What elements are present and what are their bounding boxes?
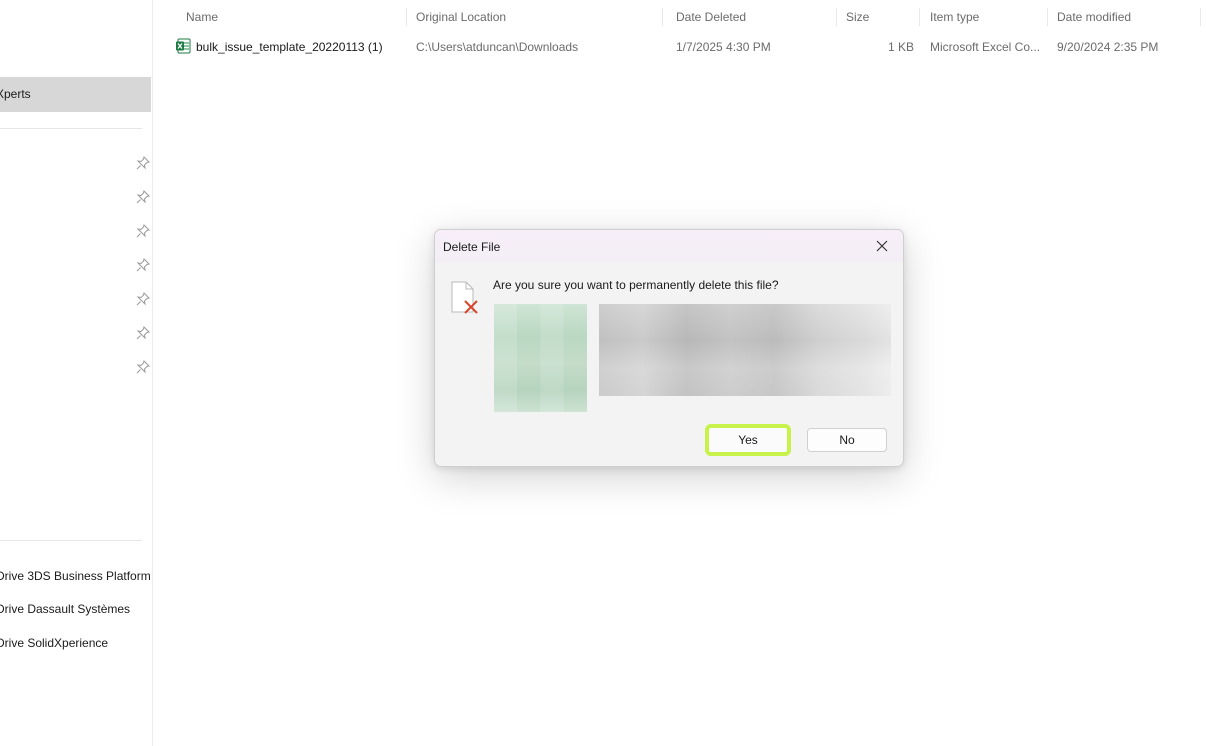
file-name: bulk_issue_template_20220113 (1) [196, 40, 383, 54]
column-header-name[interactable]: Name [186, 10, 218, 24]
file-delete-icon [451, 281, 478, 314]
dialog-titlebar[interactable]: Delete File [435, 230, 903, 262]
sidebar-divider [0, 128, 142, 129]
column-header-original-location[interactable]: Original Location [416, 10, 506, 24]
excel-file-icon [176, 38, 191, 54]
dialog-message: Are you sure you want to permanently del… [493, 278, 779, 292]
sidebar-item-label: Xperts [0, 87, 31, 101]
pin-icon[interactable] [136, 156, 150, 170]
sidebar-item-xperts[interactable]: Xperts [0, 77, 151, 112]
column-header-item-type[interactable]: Item type [930, 10, 979, 24]
file-size: 1 KB [888, 40, 915, 54]
close-button[interactable] [867, 234, 897, 258]
no-button[interactable]: No [807, 428, 887, 452]
column-resize-handle[interactable] [919, 8, 920, 26]
column-header-date-deleted[interactable]: Date Deleted [676, 10, 746, 24]
file-original-location: C:\Users\atduncan\Downloads [416, 40, 579, 54]
sidebar-item-drive-solidxperience[interactable]: Drive SolidXperience [0, 636, 108, 650]
column-header-size[interactable]: Size [846, 10, 869, 24]
column-resize-handle[interactable] [1047, 8, 1048, 26]
pin-icon[interactable] [136, 326, 150, 340]
column-resize-handle[interactable] [406, 8, 407, 26]
file-date-modified: 9/20/2024 2:35 PM [1057, 40, 1159, 54]
file-thumbnail [494, 304, 587, 412]
pin-icon[interactable] [136, 292, 150, 306]
sidebar-divider [0, 540, 142, 541]
sidebar-item-drive-dassault[interactable]: Drive Dassault Systèmes [0, 602, 130, 616]
navigation-pane: Xperts Drive 3DS Business Platform Drive… [0, 0, 153, 746]
file-details [599, 304, 891, 396]
pin-icon[interactable] [136, 190, 150, 204]
column-resize-handle[interactable] [836, 8, 837, 26]
delete-file-dialog: Delete File Are you sure you want to per… [434, 229, 904, 467]
close-icon [876, 240, 888, 252]
column-header-date-modified[interactable]: Date modified [1057, 10, 1131, 24]
pin-icon[interactable] [136, 224, 150, 238]
column-resize-handle[interactable] [1200, 8, 1201, 26]
yes-button[interactable]: Yes [705, 424, 791, 456]
dialog-title: Delete File [443, 240, 501, 254]
file-item-type: Microsoft Excel Co... [930, 40, 1041, 54]
file-date-deleted: 1/7/2025 4:30 PM [676, 40, 771, 54]
sidebar-item-drive-3ds[interactable]: Drive 3DS Business Platform [0, 569, 151, 583]
pin-icon[interactable] [136, 258, 150, 272]
pin-icon[interactable] [136, 360, 150, 374]
column-resize-handle[interactable] [662, 8, 663, 26]
